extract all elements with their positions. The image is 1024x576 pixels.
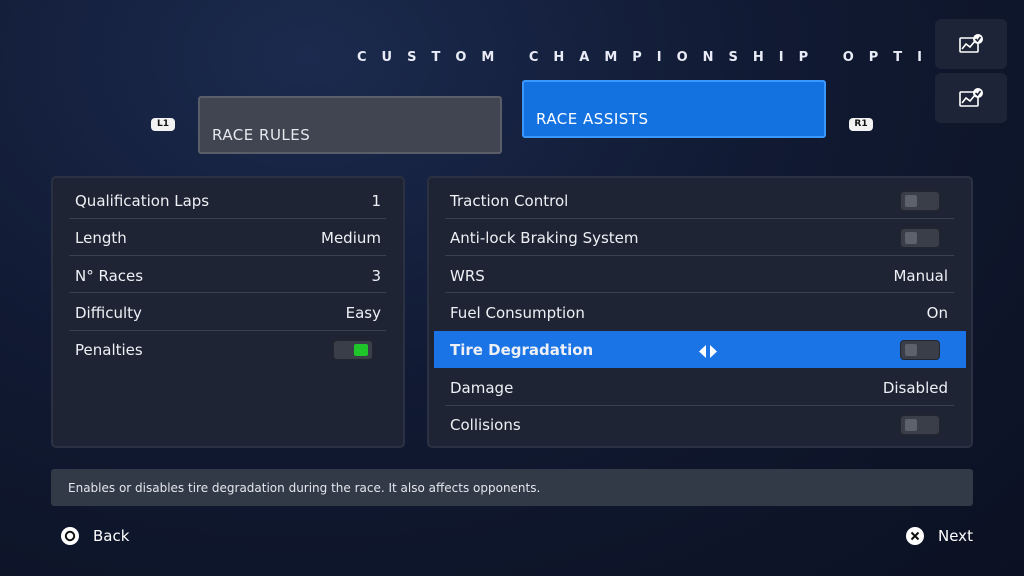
option-value: 1 [371,191,381,210]
option-label: N° Races [75,266,144,285]
option-label: Difficulty [75,303,142,322]
page-title: CUSTOM CHAMPIONSHIP OPTIONS [357,50,1014,65]
option-collisions[interactable]: Collisions [450,406,940,443]
option-label: Length [75,228,127,247]
next-label: Next [938,527,973,545]
tab-label: RACE RULES [212,126,311,144]
tab-race-rules[interactable]: RACE RULES [198,96,502,154]
description-text: Enables or disables tire degradation dur… [68,480,541,495]
option-value: Easy [345,303,381,322]
option-damage[interactable]: Damage Disabled [450,369,948,406]
divider [69,255,386,256]
divider [445,292,954,293]
option-penalties[interactable]: Penalties [75,331,373,368]
divider [445,255,954,256]
collisions-toggle[interactable] [900,414,940,435]
option-label: Anti-lock Braking System [450,228,639,247]
option-wrs[interactable]: WRS Manual [450,257,948,294]
option-traction-control[interactable]: Traction Control [450,182,940,219]
option-value: Disabled [882,378,948,397]
tab-label: RACE ASSISTS [536,110,649,128]
abs-toggle[interactable] [900,227,940,248]
option-fuel-consumption[interactable]: Fuel Consumption On [450,294,948,331]
l1-button-hint[interactable]: L1 [151,118,175,131]
option-label: Traction Control [450,191,569,210]
option-num-races[interactable]: N° Races 3 [75,257,381,294]
option-value: On [926,303,948,322]
r1-button-hint[interactable]: R1 [849,118,873,131]
tab-race-assists[interactable]: RACE ASSISTS [522,80,826,138]
option-label: Penalties [75,340,143,359]
option-abs[interactable]: Anti-lock Braking System [450,219,940,256]
toggle-knob [354,343,368,356]
divider [69,292,386,293]
option-label: Fuel Consumption [450,303,585,322]
option-label: Qualification Laps [75,191,210,210]
option-tire-degradation[interactable]: Tire Degradation [450,331,940,368]
penalties-toggle[interactable] [333,339,373,360]
traction-control-toggle[interactable] [900,190,940,211]
back-button[interactable]: Back [61,527,129,545]
back-label: Back [93,527,130,545]
tire-degradation-toggle[interactable] [900,339,940,360]
left-right-arrows-icon[interactable] [699,343,717,362]
next-button[interactable]: Next [906,527,973,545]
option-qualification-laps[interactable]: Qualification Laps 1 [75,182,381,219]
option-length[interactable]: Length Medium [75,219,381,256]
option-label: WRS [450,266,485,285]
cross-button-icon [906,527,924,545]
option-label: Tire Degradation [450,340,594,359]
option-value: Manual [893,266,948,285]
option-label: Collisions [450,415,521,434]
toggle-knob [905,194,917,207]
option-difficulty[interactable]: Difficulty Easy [75,294,381,331]
circle-button-icon [61,527,79,545]
chart-check-icon[interactable] [935,73,1007,123]
option-value: Medium [321,228,381,247]
toggle-knob [905,231,917,244]
toggle-knob [905,418,917,431]
option-label: Damage [450,378,514,397]
chart-check-icon[interactable] [935,19,1007,69]
option-value: 3 [371,266,381,285]
option-description: Enables or disables tire degradation dur… [51,469,973,506]
toggle-knob [905,343,917,356]
